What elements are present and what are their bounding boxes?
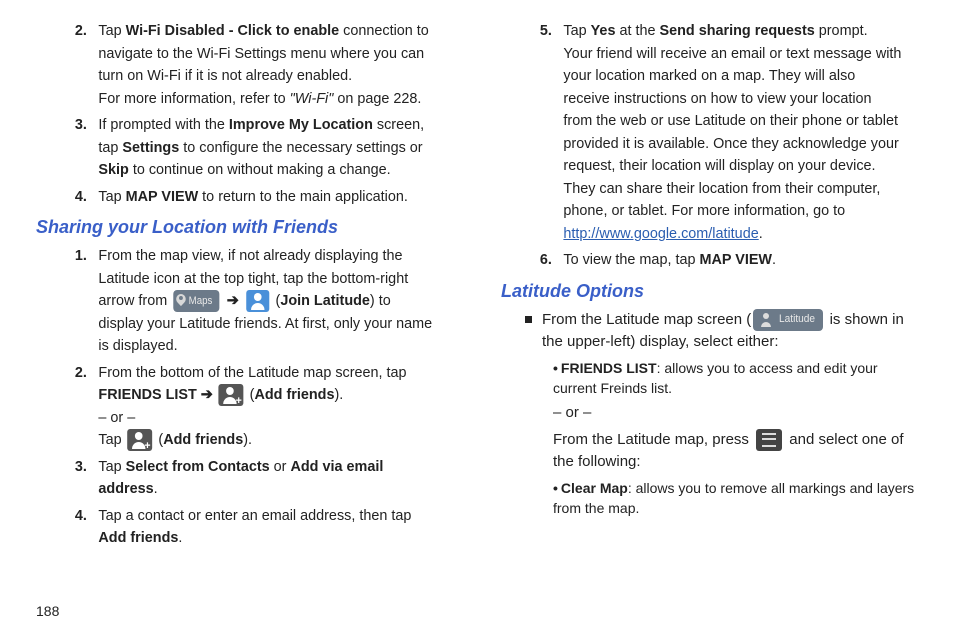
left-column: 2.Tap Wi-Fi Disabled - Click to enable c… <box>36 20 453 636</box>
list-number: 5. <box>525 20 563 245</box>
list-item: 2.Tap Wi-Fi Disabled - Click to enable c… <box>60 20 437 110</box>
list-number: 4. <box>60 505 98 550</box>
or-separator: – or – <box>553 402 918 425</box>
list-number: 1. <box>60 245 98 358</box>
list-item: 2.From the bottom of the Latitude map sc… <box>60 362 437 452</box>
list-body: To view the map, tap MAP VIEW. <box>563 249 902 272</box>
list-body: Tap Yes at the Send sharing requests pro… <box>563 20 902 245</box>
arrow-icon: ➔ <box>227 290 239 313</box>
list-number: 2. <box>60 362 98 452</box>
right-column: 5.Tap Yes at the Send sharing requests p… <box>501 20 918 636</box>
list-body: If prompted with the Improve My Location… <box>98 114 437 182</box>
maps-badge: Maps <box>173 290 219 312</box>
external-link[interactable]: http://www.google.com/latitude <box>563 225 758 242</box>
press-line: From the Latitude map, press and select … <box>553 429 918 474</box>
list-item: 4.Tap a contact or enter an email addres… <box>60 505 437 550</box>
map-pin-icon <box>176 294 186 308</box>
list-item: 3.If prompted with the Improve My Locati… <box>60 114 437 182</box>
bullet-text: From the Latitude map screen (Latitude i… <box>542 309 918 354</box>
list-item: 3.Tap Select from Contacts or Add via em… <box>60 456 437 501</box>
latitude-badge: Latitude <box>753 309 823 331</box>
list-item: 6.To view the map, tap MAP VIEW. <box>525 249 902 272</box>
list-number: 3. <box>60 114 98 182</box>
list-number: 6. <box>525 249 563 272</box>
page-number: 188 <box>36 601 59 622</box>
heading-sharing: Sharing your Location with Friends <box>36 214 453 241</box>
list-item: 4.Tap MAP VIEW to return to the main app… <box>60 186 437 209</box>
menu-icon <box>756 429 782 451</box>
list-body: Tap MAP VIEW to return to the main appli… <box>98 186 437 209</box>
list-body: Tap Select from Contacts or Add via emai… <box>98 456 437 501</box>
list-item: 1.From the map view, if not already disp… <box>60 245 437 358</box>
list-body: Tap a contact or enter an email address,… <box>98 505 437 550</box>
latitude-icon <box>247 290 270 312</box>
list-item: 5.Tap Yes at the Send sharing requests p… <box>525 20 902 245</box>
list-body: Tap Wi-Fi Disabled - Click to enable con… <box>98 20 437 110</box>
bullet-item: From the Latitude map screen (Latitude i… <box>525 309 918 354</box>
list-number: 4. <box>60 186 98 209</box>
sub-bullet-friends-list: •FRIENDS LIST: allows you to access and … <box>553 358 918 399</box>
list-number: 2. <box>60 20 98 110</box>
add-friends-icon: + <box>219 384 244 406</box>
list-body: From the map view, if not already displa… <box>98 245 437 358</box>
heading-latitude-options: Latitude Options <box>501 278 918 305</box>
square-bullet-icon <box>525 316 532 323</box>
sub-bullet-clear-map: •Clear Map: allows you to remove all mar… <box>553 478 918 519</box>
add-friends-icon: + <box>128 429 153 451</box>
list-number: 3. <box>60 456 98 501</box>
list-body: From the bottom of the Latitude map scre… <box>98 362 437 452</box>
